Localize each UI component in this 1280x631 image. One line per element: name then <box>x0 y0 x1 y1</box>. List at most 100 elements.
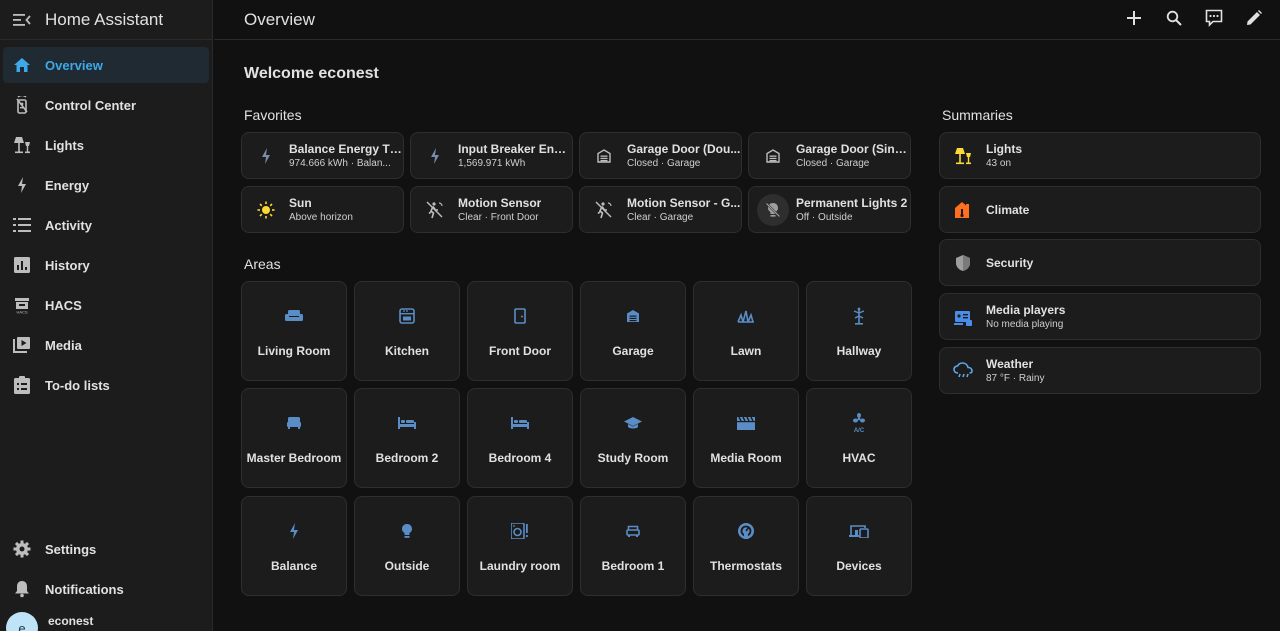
edit-button[interactable] <box>1240 7 1268 33</box>
area-card-bedroom-4[interactable]: Bedroom 4 <box>467 388 573 488</box>
sidebar-item-label: History <box>45 257 90 273</box>
favorite-tile-garage-door-single[interactable]: Garage Door (Sing... Closed · Garage <box>748 132 911 179</box>
area-card-bedroom-1[interactable]: Bedroom 1 <box>580 496 686 596</box>
area-card-lawn[interactable]: Lawn <box>693 281 799 381</box>
area-card-garage[interactable]: Garage <box>580 281 686 381</box>
bed-outline-icon <box>626 524 640 543</box>
sidebar-nav: Overview Control Center Lights Energy Ac… <box>0 47 212 407</box>
summary-card-security[interactable]: Security <box>939 239 1261 286</box>
main-content: Welcome econest Favorites Areas Summarie… <box>214 41 1280 631</box>
areas-title: Areas <box>244 256 281 272</box>
summary-name: Lights <box>986 142 1022 156</box>
sidebar-item-control-center[interactable]: Control Center <box>3 87 209 123</box>
area-name: Media Room <box>710 451 782 465</box>
hvac-icon: A/C <box>850 412 868 438</box>
motion-sensor-icon <box>419 194 451 226</box>
tile-name: Permanent Lights 2 <box>796 196 908 210</box>
area-card-devices[interactable]: Devices <box>806 496 912 596</box>
area-name: Outside <box>384 559 430 573</box>
tile-state: 1,569.971 kWh <box>458 158 526 169</box>
bell-icon <box>12 579 32 599</box>
floor-lamp-icon <box>952 145 974 167</box>
favorite-tile-input-breaker[interactable]: Input Breaker Ener... 1,569.971 kWh <box>410 132 573 179</box>
search-button[interactable] <box>1160 7 1188 33</box>
sidebar-item-label: HACS <box>45 297 82 313</box>
menu-icon[interactable] <box>12 10 32 30</box>
tile-state: Closed · Garage <box>627 158 701 169</box>
area-card-hallway[interactable]: Hallway <box>806 281 912 381</box>
area-card-front-door[interactable]: Front Door <box>467 281 573 381</box>
area-card-bedroom-2[interactable]: Bedroom 2 <box>354 388 460 488</box>
favorite-tile-balance-energy[interactable]: Balance Energy Th... 974.666 kWh · Balan.… <box>241 132 404 179</box>
summary-name: Weather <box>986 357 1034 371</box>
sidebar-user[interactable]: e econest <box>6 612 93 631</box>
area-card-outside[interactable]: Outside <box>354 496 460 596</box>
add-button[interactable] <box>1120 7 1148 33</box>
pencil-icon <box>1246 9 1262 31</box>
sidebar-item-activity[interactable]: Activity <box>3 207 209 243</box>
area-card-media-room[interactable]: Media Room <box>693 388 799 488</box>
sidebar-header: Home Assistant <box>0 0 212 40</box>
plus-icon <box>1127 10 1141 30</box>
summary-card-climate[interactable]: Climate <box>939 186 1261 233</box>
garage-icon <box>588 140 620 172</box>
favorite-tile-motion-sensor[interactable]: Motion Sensor Clear · Front Door <box>410 186 573 233</box>
lightning-icon <box>250 140 282 172</box>
multimedia-icon <box>952 306 974 328</box>
sidebar-item-todo[interactable]: To-do lists <box>3 367 209 403</box>
area-name: Study Room <box>597 451 669 465</box>
sidebar: Home Assistant Overview Control Center L… <box>0 0 213 631</box>
area-card-hvac[interactable]: A/C HVAC <box>806 388 912 488</box>
area-card-living-room[interactable]: Living Room <box>241 281 347 381</box>
welcome-heading: Welcome econest <box>244 65 379 82</box>
area-card-laundry-room[interactable]: Laundry room <box>467 496 573 596</box>
comment-processing-icon <box>1205 9 1223 32</box>
area-card-study-room[interactable]: Study Room <box>580 388 686 488</box>
area-name: Lawn <box>730 344 762 358</box>
chart-box-icon <box>12 255 32 275</box>
sidebar-item-hacs[interactable]: HACS HACS <box>3 287 209 323</box>
sidebar-item-lights[interactable]: Lights <box>3 127 209 163</box>
area-card-master-bedroom[interactable]: Master Bedroom <box>241 388 347 488</box>
toolbar-actions <box>1108 7 1268 33</box>
area-name: Laundry room <box>479 559 561 573</box>
area-card-kitchen[interactable]: Kitchen <box>354 281 460 381</box>
sidebar-item-media[interactable]: Media <box>3 327 209 363</box>
motion-sensor-icon <box>588 194 620 226</box>
sidebar-item-overview[interactable]: Overview <box>3 47 209 83</box>
lightning-icon <box>288 522 300 545</box>
favorite-tile-motion-sensor-garage[interactable]: Motion Sensor - G... Clear · Garage <box>579 186 742 233</box>
user-name: econest <box>48 614 94 628</box>
assist-button[interactable] <box>1200 7 1228 33</box>
tile-state: 974.666 kWh · Balan... <box>289 158 391 169</box>
sidebar-item-history[interactable]: History <box>3 247 209 283</box>
summary-name: Security <box>986 255 1034 270</box>
summary-card-lights[interactable]: Lights 43 on <box>939 132 1261 179</box>
sidebar-bottom: Settings Notifications <box>0 531 212 611</box>
favorite-tile-garage-door-double[interactable]: Garage Door (Dou... Closed · Garage <box>579 132 742 179</box>
summary-card-weather[interactable]: Weather 87 °F · Rainy <box>939 347 1261 394</box>
sidebar-item-label: Settings <box>45 541 97 557</box>
sidebar-item-notifications[interactable]: Notifications <box>3 571 209 607</box>
favorite-tile-sun[interactable]: Sun Above horizon <box>241 186 404 233</box>
bed-icon <box>286 416 302 435</box>
school-icon <box>624 416 642 435</box>
summaries-title: Summaries <box>942 107 1013 123</box>
search-icon <box>1166 10 1182 31</box>
area-card-thermostats[interactable]: Thermostats <box>693 496 799 596</box>
area-name: Bedroom 1 <box>601 559 665 573</box>
area-name: Bedroom 2 <box>375 451 439 465</box>
avatar: e <box>6 612 38 631</box>
tile-name: Garage Door (Dou... <box>627 142 741 156</box>
garage-icon <box>757 140 789 172</box>
lightning-icon <box>12 175 32 195</box>
sidebar-item-settings[interactable]: Settings <box>3 531 209 567</box>
clipboard-list-icon <box>12 375 32 395</box>
sidebar-item-energy[interactable]: Energy <box>3 167 209 203</box>
area-card-balance[interactable]: Balance <box>241 496 347 596</box>
tile-name: Balance Energy Th... <box>289 142 403 156</box>
sidebar-item-label: To-do lists <box>45 377 110 393</box>
summary-card-media-players[interactable]: Media players No media playing <box>939 293 1261 340</box>
favorite-tile-permanent-lights[interactable]: Permanent Lights 2 Off · Outside <box>748 186 911 233</box>
door-icon <box>514 307 526 329</box>
